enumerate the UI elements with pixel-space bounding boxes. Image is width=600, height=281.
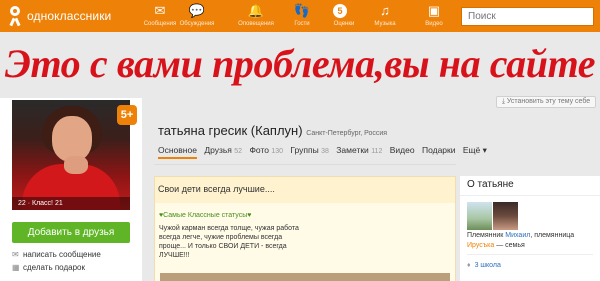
write-message-label: написать сообщение — [23, 250, 101, 259]
nav-label: Оповещения — [238, 21, 274, 27]
school-link[interactable]: ♦ 3 школа — [467, 262, 501, 269]
tab-more[interactable]: Ещё ▾ — [463, 145, 487, 156]
divider — [467, 254, 593, 255]
relative-link[interactable]: Михаил — [505, 232, 530, 239]
add-friend-button[interactable]: Добавить в друзья — [12, 222, 130, 243]
ok-logo-icon — [8, 6, 22, 27]
bell-icon: 🔔 — [247, 3, 265, 18]
photo-stats: 22 · Класс! 21 — [12, 197, 130, 210]
tab-notes[interactable]: Заметки 112 — [336, 145, 382, 155]
relatives-line: Племянник Михаил, племянница — [467, 232, 575, 239]
tab-groups[interactable]: Группы 38 — [290, 145, 329, 155]
nav-label: Музыка — [374, 21, 396, 27]
nav-notifications[interactable]: 🔔 Оповещения — [231, 2, 281, 28]
avatar[interactable]: 22 · Класс! 21 — [12, 100, 130, 210]
tab-gifts[interactable]: Подарки — [422, 145, 456, 155]
video-icon: ▣ — [427, 3, 441, 18]
tab-friends[interactable]: Друзья 52 — [204, 145, 242, 155]
install-theme-label: Установить эту тему себе — [506, 98, 591, 105]
age-badge: 5+ — [117, 105, 137, 125]
relative-link[interactable]: Ирусъка — [467, 242, 494, 249]
install-theme-button[interactable]: ⤓ Установить эту тему себе — [496, 96, 596, 108]
send-gift-label: сделать подарок — [23, 263, 85, 272]
nav-music[interactable]: ♫ Музыка — [360, 2, 410, 28]
post-title: Свои дети всегда лучшие.... — [158, 184, 275, 194]
brand-name: одноклассники — [27, 9, 112, 23]
logo[interactable]: одноклассники — [8, 6, 112, 27]
post-image[interactable] — [160, 273, 450, 281]
top-bar: одноклассники ✉ Сообщения 💬 Обсуждения 🔔… — [0, 0, 600, 32]
post-group-link[interactable]: ♥Самые Классные статусы♥ — [159, 212, 251, 219]
profile-tabs: Основное Друзья 52 Фото 130 Группы 38 За… — [158, 145, 498, 159]
banner-text: Это с вами проблема,вы на сайте — [4, 41, 596, 86]
profile-sidebar: 22 · Класс! 21 5+ Добавить в друзья ✉ нап… — [0, 98, 142, 281]
gift-icon: ▦ — [12, 263, 20, 272]
music-icon: ♫ — [380, 3, 390, 18]
profile-name: татьяна гресик (Каплун) — [158, 123, 303, 138]
message-icon: ✉ — [12, 250, 19, 259]
relative-photo[interactable] — [467, 202, 492, 230]
write-message-link[interactable]: ✉ написать сообщение — [12, 249, 137, 260]
search-input[interactable] — [461, 7, 594, 26]
divider — [154, 164, 456, 165]
send-gift-link[interactable]: ▦ сделать подарок — [12, 262, 137, 273]
profile-city: Санкт-Петербург, Россия — [306, 130, 388, 137]
profile-name-line: татьяна гресик (Каплун) Санкт-Петербург,… — [158, 123, 387, 138]
tab-main[interactable]: Основное — [158, 145, 197, 159]
status-post: Свои дети всегда лучшие.... ♥Самые Класс… — [154, 176, 456, 281]
school-icon: ♦ — [467, 262, 471, 269]
relatives-line: Ирусъка — семья — [467, 242, 525, 249]
tab-photos[interactable]: Фото 130 — [249, 145, 283, 155]
relative-photo[interactable] — [493, 202, 518, 230]
post-text: Чужой карман всегда толще, чужая работа … — [159, 225, 299, 259]
discussion-icon: 💬 — [188, 3, 206, 18]
nav-discussions[interactable]: 💬 Обсуждения — [172, 2, 222, 28]
nav-label: Обсуждения — [179, 21, 215, 27]
about-title: О татьяне — [467, 179, 514, 190]
about-panel: О татьяне Племянник Михаил, племянница И… — [460, 176, 600, 281]
divider — [460, 195, 600, 196]
post-body: ♥Самые Классные статусы♥ Чужой карман вс… — [155, 203, 455, 281]
nav-video[interactable]: ▣ Видео — [409, 2, 459, 28]
tab-video[interactable]: Видео — [390, 145, 415, 155]
nav-label: Видео — [425, 21, 443, 27]
